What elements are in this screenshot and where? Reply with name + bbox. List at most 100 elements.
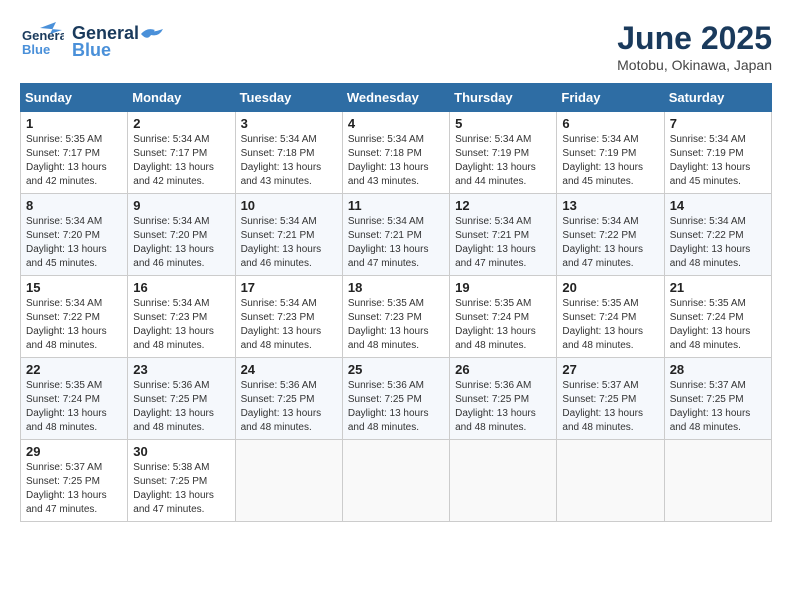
day-number: 13 (562, 198, 658, 213)
day-info: Sunrise: 5:36 AM Sunset: 7:25 PM Dayligh… (455, 379, 551, 435)
day-info: Sunrise: 5:34 AM Sunset: 7:20 PM Dayligh… (26, 215, 122, 271)
day-cell: 1 Sunrise: 5:35 AM Sunset: 7:17 PM Dayli… (21, 112, 128, 194)
day-number: 10 (241, 198, 337, 213)
col-thursday: Thursday (450, 84, 557, 112)
day-cell: 11 Sunrise: 5:34 AM Sunset: 7:21 PM Dayl… (342, 194, 449, 276)
col-wednesday: Wednesday (342, 84, 449, 112)
day-info: Sunrise: 5:36 AM Sunset: 7:25 PM Dayligh… (133, 379, 229, 435)
day-cell: 21 Sunrise: 5:35 AM Sunset: 7:24 PM Dayl… (664, 276, 771, 358)
day-info: Sunrise: 5:34 AM Sunset: 7:23 PM Dayligh… (241, 297, 337, 353)
day-cell: 14 Sunrise: 5:34 AM Sunset: 7:22 PM Dayl… (664, 194, 771, 276)
day-info: Sunrise: 5:34 AM Sunset: 7:22 PM Dayligh… (26, 297, 122, 353)
day-number: 16 (133, 280, 229, 295)
day-cell: 13 Sunrise: 5:34 AM Sunset: 7:22 PM Dayl… (557, 194, 664, 276)
day-number: 11 (348, 198, 444, 213)
col-tuesday: Tuesday (235, 84, 342, 112)
day-cell: 17 Sunrise: 5:34 AM Sunset: 7:23 PM Dayl… (235, 276, 342, 358)
day-cell: 8 Sunrise: 5:34 AM Sunset: 7:20 PM Dayli… (21, 194, 128, 276)
logo-bird-icon (141, 27, 163, 41)
day-cell: 29 Sunrise: 5:37 AM Sunset: 7:25 PM Dayl… (21, 440, 128, 522)
day-cell: 10 Sunrise: 5:34 AM Sunset: 7:21 PM Dayl… (235, 194, 342, 276)
day-cell: 2 Sunrise: 5:34 AM Sunset: 7:17 PM Dayli… (128, 112, 235, 194)
day-cell: 7 Sunrise: 5:34 AM Sunset: 7:19 PM Dayli… (664, 112, 771, 194)
day-info: Sunrise: 5:36 AM Sunset: 7:25 PM Dayligh… (348, 379, 444, 435)
day-info: Sunrise: 5:34 AM Sunset: 7:21 PM Dayligh… (348, 215, 444, 271)
calendar-week-row: 29 Sunrise: 5:37 AM Sunset: 7:25 PM Dayl… (21, 440, 772, 522)
day-cell: 6 Sunrise: 5:34 AM Sunset: 7:19 PM Dayli… (557, 112, 664, 194)
day-cell: 5 Sunrise: 5:34 AM Sunset: 7:19 PM Dayli… (450, 112, 557, 194)
day-cell: 4 Sunrise: 5:34 AM Sunset: 7:18 PM Dayli… (342, 112, 449, 194)
day-info: Sunrise: 5:34 AM Sunset: 7:19 PM Dayligh… (562, 133, 658, 189)
day-number: 15 (26, 280, 122, 295)
day-number: 9 (133, 198, 229, 213)
day-cell: 15 Sunrise: 5:34 AM Sunset: 7:22 PM Dayl… (21, 276, 128, 358)
day-number: 3 (241, 116, 337, 131)
day-info: Sunrise: 5:34 AM Sunset: 7:21 PM Dayligh… (455, 215, 551, 271)
day-info: Sunrise: 5:34 AM Sunset: 7:17 PM Dayligh… (133, 133, 229, 189)
logo-blue: Blue (72, 40, 163, 61)
day-info: Sunrise: 5:35 AM Sunset: 7:24 PM Dayligh… (670, 297, 766, 353)
day-number: 28 (670, 362, 766, 377)
day-info: Sunrise: 5:37 AM Sunset: 7:25 PM Dayligh… (670, 379, 766, 435)
day-number: 20 (562, 280, 658, 295)
day-cell: 27 Sunrise: 5:37 AM Sunset: 7:25 PM Dayl… (557, 358, 664, 440)
day-cell: 26 Sunrise: 5:36 AM Sunset: 7:25 PM Dayl… (450, 358, 557, 440)
calendar-table: Sunday Monday Tuesday Wednesday Thursday… (20, 83, 772, 522)
day-info: Sunrise: 5:34 AM Sunset: 7:19 PM Dayligh… (455, 133, 551, 189)
day-cell: 30 Sunrise: 5:38 AM Sunset: 7:25 PM Dayl… (128, 440, 235, 522)
day-info: Sunrise: 5:35 AM Sunset: 7:24 PM Dayligh… (26, 379, 122, 435)
day-cell: 28 Sunrise: 5:37 AM Sunset: 7:25 PM Dayl… (664, 358, 771, 440)
day-cell: 20 Sunrise: 5:35 AM Sunset: 7:24 PM Dayl… (557, 276, 664, 358)
day-cell: 9 Sunrise: 5:34 AM Sunset: 7:20 PM Dayli… (128, 194, 235, 276)
empty-cell (450, 440, 557, 522)
day-number: 30 (133, 444, 229, 459)
calendar-header-row: Sunday Monday Tuesday Wednesday Thursday… (21, 84, 772, 112)
day-cell: 19 Sunrise: 5:35 AM Sunset: 7:24 PM Dayl… (450, 276, 557, 358)
location: Motobu, Okinawa, Japan (617, 57, 772, 73)
day-number: 5 (455, 116, 551, 131)
day-info: Sunrise: 5:34 AM Sunset: 7:22 PM Dayligh… (562, 215, 658, 271)
day-number: 24 (241, 362, 337, 377)
calendar-week-row: 8 Sunrise: 5:34 AM Sunset: 7:20 PM Dayli… (21, 194, 772, 276)
day-info: Sunrise: 5:35 AM Sunset: 7:24 PM Dayligh… (455, 297, 551, 353)
day-cell: 18 Sunrise: 5:35 AM Sunset: 7:23 PM Dayl… (342, 276, 449, 358)
day-cell: 16 Sunrise: 5:34 AM Sunset: 7:23 PM Dayl… (128, 276, 235, 358)
day-info: Sunrise: 5:34 AM Sunset: 7:21 PM Dayligh… (241, 215, 337, 271)
day-number: 4 (348, 116, 444, 131)
logo: General Blue General Blue (20, 20, 163, 64)
col-monday: Monday (128, 84, 235, 112)
col-saturday: Saturday (664, 84, 771, 112)
day-info: Sunrise: 5:37 AM Sunset: 7:25 PM Dayligh… (26, 461, 122, 517)
calendar-week-row: 15 Sunrise: 5:34 AM Sunset: 7:22 PM Dayl… (21, 276, 772, 358)
day-number: 23 (133, 362, 229, 377)
day-number: 2 (133, 116, 229, 131)
day-info: Sunrise: 5:36 AM Sunset: 7:25 PM Dayligh… (241, 379, 337, 435)
day-info: Sunrise: 5:34 AM Sunset: 7:18 PM Dayligh… (348, 133, 444, 189)
day-cell: 22 Sunrise: 5:35 AM Sunset: 7:24 PM Dayl… (21, 358, 128, 440)
day-number: 1 (26, 116, 122, 131)
empty-cell (664, 440, 771, 522)
day-info: Sunrise: 5:35 AM Sunset: 7:23 PM Dayligh… (348, 297, 444, 353)
col-friday: Friday (557, 84, 664, 112)
day-info: Sunrise: 5:34 AM Sunset: 7:23 PM Dayligh… (133, 297, 229, 353)
day-cell: 23 Sunrise: 5:36 AM Sunset: 7:25 PM Dayl… (128, 358, 235, 440)
day-number: 27 (562, 362, 658, 377)
day-info: Sunrise: 5:35 AM Sunset: 7:17 PM Dayligh… (26, 133, 122, 189)
day-number: 29 (26, 444, 122, 459)
col-sunday: Sunday (21, 84, 128, 112)
svg-text:Blue: Blue (22, 42, 50, 57)
day-number: 7 (670, 116, 766, 131)
day-number: 19 (455, 280, 551, 295)
empty-cell (342, 440, 449, 522)
day-number: 21 (670, 280, 766, 295)
logo-icon: General Blue (20, 20, 64, 64)
page-header: General Blue General Blue June 2025 Moto… (20, 20, 772, 73)
day-info: Sunrise: 5:35 AM Sunset: 7:24 PM Dayligh… (562, 297, 658, 353)
day-number: 12 (455, 198, 551, 213)
day-info: Sunrise: 5:34 AM Sunset: 7:18 PM Dayligh… (241, 133, 337, 189)
calendar-week-row: 22 Sunrise: 5:35 AM Sunset: 7:24 PM Dayl… (21, 358, 772, 440)
day-number: 17 (241, 280, 337, 295)
day-info: Sunrise: 5:34 AM Sunset: 7:22 PM Dayligh… (670, 215, 766, 271)
day-cell: 3 Sunrise: 5:34 AM Sunset: 7:18 PM Dayli… (235, 112, 342, 194)
day-cell: 24 Sunrise: 5:36 AM Sunset: 7:25 PM Dayl… (235, 358, 342, 440)
